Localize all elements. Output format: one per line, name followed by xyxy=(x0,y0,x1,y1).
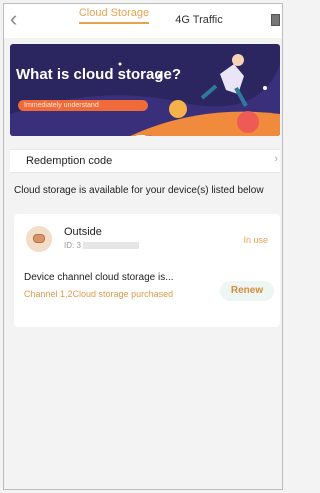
app-frame: ‹ Cloud Storage 4G Traffic What is cloud… xyxy=(3,3,283,490)
banner-title: What is cloud storage? xyxy=(16,66,182,83)
device-id: ID: 3 xyxy=(64,241,139,250)
learn-more-pill[interactable]: Immediately understand xyxy=(18,100,148,111)
cloud-info-text: Cloud storage is available for your devi… xyxy=(14,185,264,196)
top-nav: ‹ Cloud Storage 4G Traffic xyxy=(4,4,282,38)
tab-cloud-storage[interactable]: Cloud Storage xyxy=(74,7,154,24)
renew-button[interactable]: Renew xyxy=(220,281,274,301)
device-id-text: ID: 3 xyxy=(64,241,81,250)
channel-purchase-text: Channel 1,2Cloud storage purchased xyxy=(24,289,174,299)
carousel-dot xyxy=(148,135,152,136)
status-badge: In use xyxy=(243,235,268,245)
device-card[interactable]: Outside ID: 3 In use Device channel clou… xyxy=(14,214,280,327)
banner-illustration xyxy=(10,54,280,136)
tab-4g-traffic[interactable]: 4G Traffic xyxy=(164,14,234,26)
tab-4g-traffic-label: 4G Traffic xyxy=(175,14,223,26)
promo-banner[interactable]: What is cloud storage? Immediately under… xyxy=(10,44,280,136)
active-tab-indicator xyxy=(79,22,149,24)
list-icon[interactable] xyxy=(271,14,280,26)
chevron-right-icon: › xyxy=(274,153,278,165)
carousel-dot-active xyxy=(136,135,146,136)
carousel-dots xyxy=(136,126,154,136)
tab-cloud-storage-label: Cloud Storage xyxy=(78,7,150,19)
redemption-code-label: Redemption code xyxy=(26,155,113,167)
device-id-redacted xyxy=(82,242,139,250)
device-name: Outside xyxy=(64,226,102,238)
back-chevron-icon[interactable]: ‹ xyxy=(10,8,17,30)
redemption-code-row[interactable]: Redemption code › xyxy=(10,149,280,173)
camera-icon xyxy=(26,226,52,252)
cloud-storage-status-text: Device channel cloud storage is... xyxy=(24,272,174,283)
